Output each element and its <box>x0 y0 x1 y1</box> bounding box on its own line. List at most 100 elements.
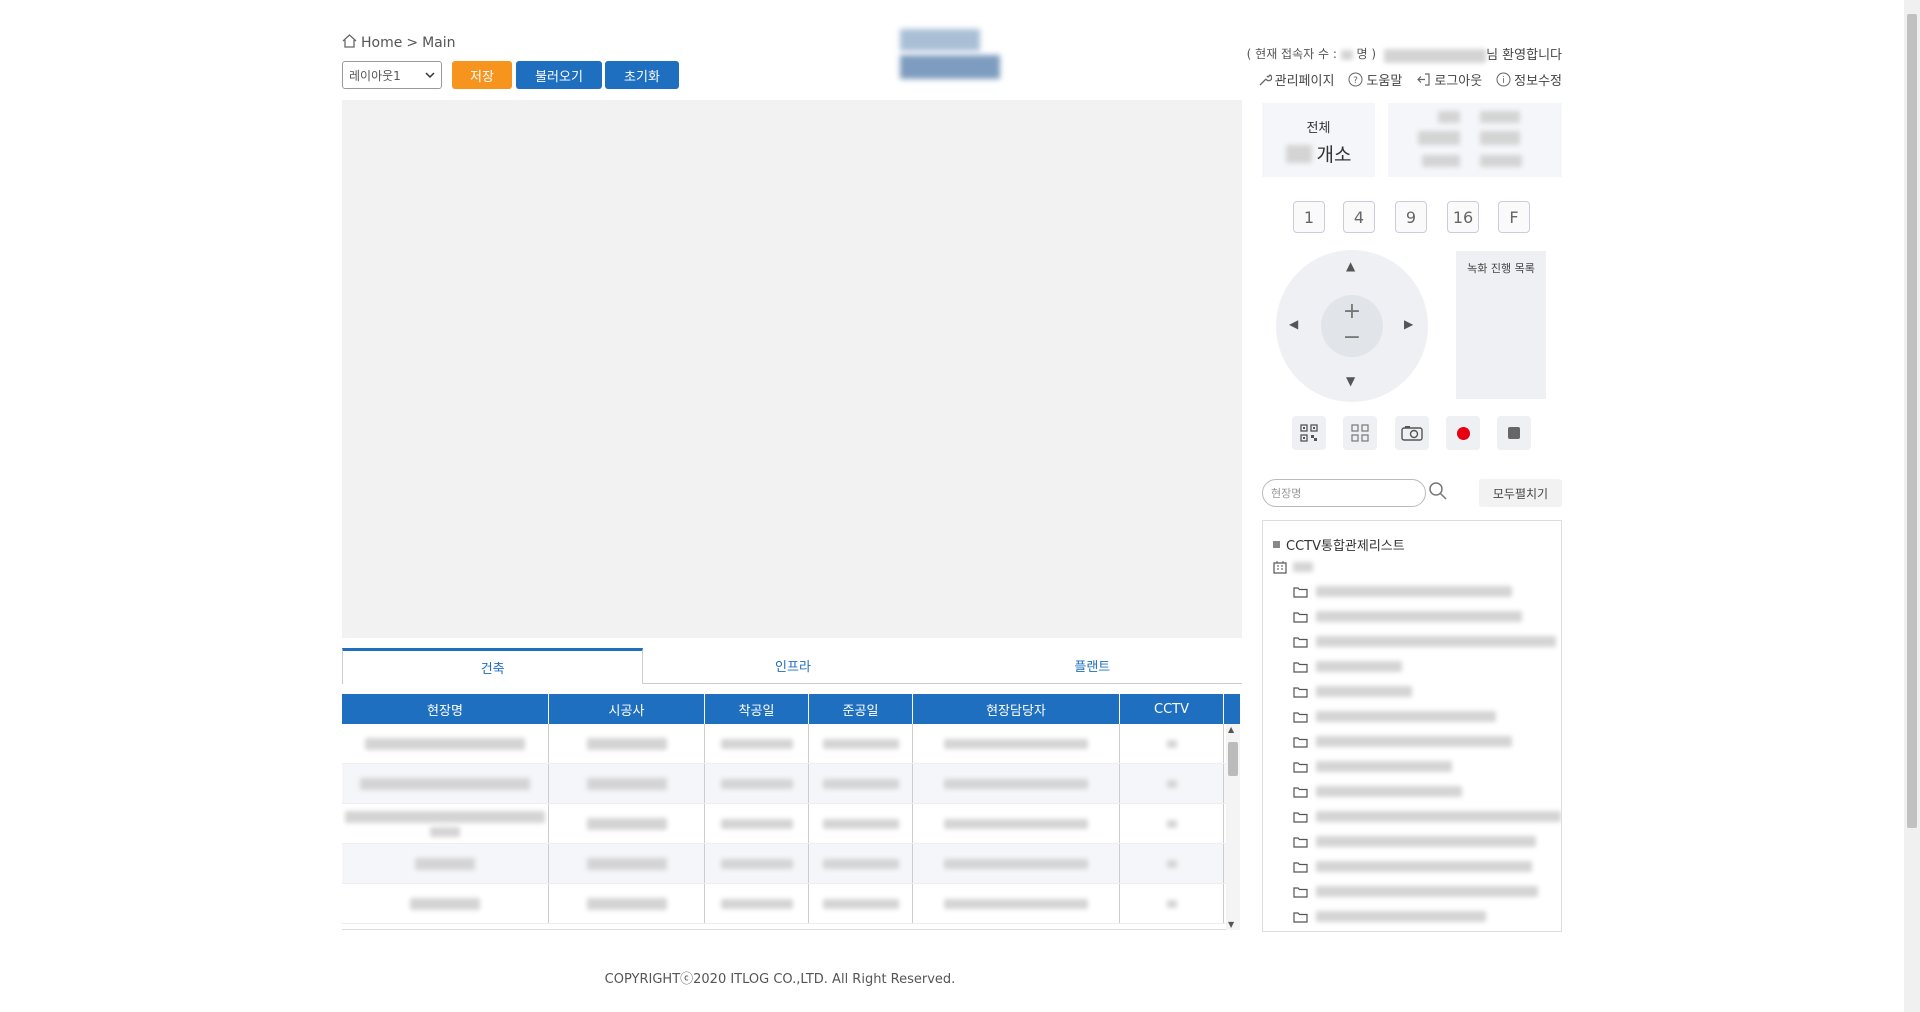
table-header: 현장명 시공사 착공일 준공일 현장담당자 CCTV <box>342 694 1240 724</box>
visitor-info: ( 현재 접속자 수 : 명 ) 님 환영합니다 <box>1247 44 1562 63</box>
table-scrollbar[interactable]: ▲ ▼ <box>1226 724 1240 930</box>
split-4-button[interactable]: 4 <box>1343 201 1375 233</box>
chevron-down-icon <box>425 68 435 82</box>
page-scrollbar[interactable] <box>1904 0 1920 1012</box>
ptz-zoom: + − <box>1321 295 1383 357</box>
tree-folder-node[interactable] <box>1273 779 1561 804</box>
reset-button[interactable]: 초기화 <box>605 61 679 89</box>
total-count: 개소 <box>1262 140 1375 167</box>
profile-link[interactable]: i 정보수정 <box>1496 70 1562 89</box>
folder-icon <box>1293 711 1308 723</box>
video-area[interactable] <box>342 100 1242 638</box>
snapshot-button[interactable] <box>1395 416 1429 450</box>
folder-icon <box>1293 836 1308 848</box>
site-table: 현장명 시공사 착공일 준공일 현장담당자 CCTV <box>342 694 1240 930</box>
table-row[interactable] <box>342 724 1240 764</box>
home-icon[interactable] <box>342 34 357 52</box>
folder-icon <box>1293 636 1308 648</box>
tree-folder-node[interactable] <box>1273 754 1561 779</box>
admin-link[interactable]: 관리페이지 <box>1258 70 1334 89</box>
table-row[interactable] <box>342 844 1240 884</box>
split-9-button[interactable]: 9 <box>1395 201 1427 233</box>
ptz-left-icon[interactable]: ◀ <box>1289 317 1298 331</box>
tree-org-node[interactable] <box>1273 555 1561 579</box>
welcome-text: 님 환영합니다 <box>1384 44 1562 63</box>
total-label: 전체 <box>1306 121 1331 136</box>
tree-folder-node[interactable] <box>1273 704 1561 729</box>
table-row[interactable] <box>342 764 1240 804</box>
help-link[interactable]: ? 도움말 <box>1348 70 1402 89</box>
tree-folder-node[interactable] <box>1273 729 1561 754</box>
tree-folder-node[interactable] <box>1273 879 1561 904</box>
save-button[interactable]: 저장 <box>452 61 512 89</box>
expand-all-button[interactable]: 모두펼치기 <box>1479 479 1562 507</box>
top-links: 관리페이지 ? 도움말 로그아웃 i 정보수정 <box>1258 70 1562 89</box>
stop-icon <box>1508 427 1520 439</box>
svg-text:?: ? <box>1354 76 1359 86</box>
tree-folder-node[interactable] <box>1273 654 1561 679</box>
stop-button[interactable] <box>1497 416 1531 450</box>
logo[interactable] <box>900 29 1000 81</box>
record-button[interactable] <box>1446 416 1480 450</box>
zoom-in-icon[interactable]: + <box>1321 299 1383 325</box>
grid-layout-button[interactable] <box>1343 416 1377 450</box>
tree-folder-node[interactable] <box>1273 679 1561 704</box>
breadcrumb-current: Main <box>422 35 456 51</box>
zoom-out-icon[interactable]: − <box>1321 325 1383 351</box>
search-icon[interactable] <box>1428 481 1448 505</box>
col-manager[interactable]: 현장담당자 <box>913 694 1120 724</box>
tree-folder-node[interactable] <box>1273 579 1561 604</box>
grid-icon <box>1351 424 1369 442</box>
folder-icon <box>1293 911 1308 923</box>
col-site-name[interactable]: 현장명 <box>342 694 549 724</box>
wrench-icon <box>1259 73 1272 85</box>
ptz-down-icon[interactable]: ▼ <box>1346 374 1355 388</box>
qr-icon <box>1300 424 1318 442</box>
table-row[interactable] <box>342 884 1240 924</box>
tab-plant[interactable]: 플랜트 <box>943 648 1242 683</box>
tree-folder-node[interactable] <box>1273 829 1561 854</box>
tree-folder-node[interactable] <box>1273 904 1561 929</box>
tree-root[interactable]: CCTV통합관제리스트 <box>1273 533 1561 555</box>
breadcrumb: Home > Main <box>342 34 456 52</box>
table-body <box>342 724 1240 924</box>
tab-building[interactable]: 건축 <box>342 648 644 684</box>
split-1-button[interactable]: 1 <box>1293 201 1325 233</box>
category-tabs: 건축 인프라 플랜트 <box>342 648 1242 684</box>
ptz-up-icon[interactable]: ▲ <box>1346 259 1355 273</box>
breadcrumb-home[interactable]: Home <box>361 35 402 51</box>
logout-link[interactable]: 로그아웃 <box>1416 70 1482 89</box>
site-search-input[interactable]: 현장명 <box>1262 479 1426 507</box>
tree-folder-node[interactable] <box>1273 854 1561 879</box>
total-sites-summary: 전체 개소 <box>1262 103 1375 177</box>
fullscreen-button[interactable]: F <box>1498 201 1530 233</box>
footer-copyright: COPYRIGHTⓒ2020 ITLOG CO.,LTD. All Right … <box>604 972 956 987</box>
load-button[interactable]: 불러오기 <box>516 61 602 89</box>
tree-folder-node[interactable] <box>1273 804 1561 829</box>
visitor-count: ( 현재 접속자 수 : 명 ) <box>1246 47 1377 61</box>
split-16-button[interactable]: 16 <box>1447 201 1479 233</box>
info-icon: i <box>1496 72 1511 87</box>
col-cctv[interactable]: CCTV <box>1120 694 1224 724</box>
bullet-icon <box>1273 540 1280 548</box>
tree-folder-node[interactable] <box>1273 629 1561 654</box>
folder-icon <box>1293 811 1308 823</box>
layout-select[interactable]: 레이아웃1 <box>342 61 442 89</box>
folder-icon <box>1293 611 1308 623</box>
col-end-date[interactable]: 준공일 <box>809 694 913 724</box>
col-start-date[interactable]: 착공일 <box>705 694 809 724</box>
category-summary <box>1388 103 1562 177</box>
folder-icon <box>1293 861 1308 873</box>
qr-code-button[interactable] <box>1292 416 1326 450</box>
col-contractor[interactable]: 시공사 <box>549 694 705 724</box>
breadcrumb-separator: > <box>406 35 419 51</box>
folder-icon <box>1293 786 1308 798</box>
folder-icon <box>1293 736 1308 748</box>
table-row[interactable] <box>342 804 1240 844</box>
camera-icon <box>1401 426 1423 441</box>
ptz-right-icon[interactable]: ▶ <box>1404 317 1413 331</box>
tab-infra[interactable]: 인프라 <box>643 648 942 683</box>
folder-icon <box>1293 761 1308 773</box>
logout-icon <box>1417 73 1430 86</box>
tree-folder-node[interactable] <box>1273 604 1561 629</box>
